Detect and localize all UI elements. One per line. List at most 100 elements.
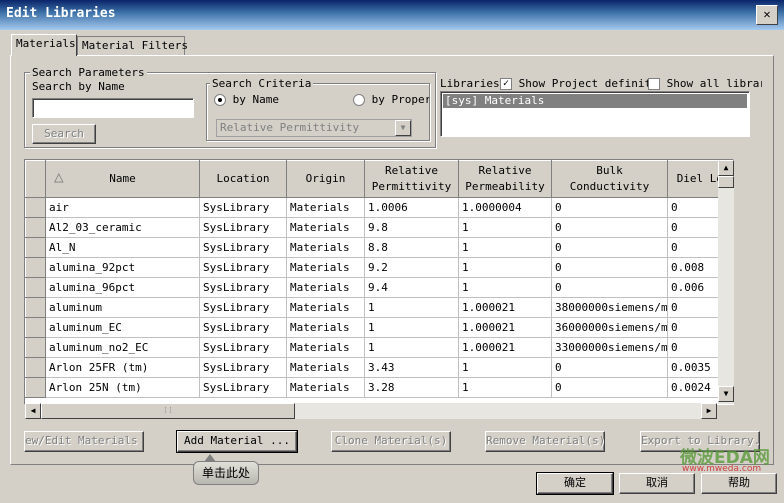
cell-origin: Materials	[286, 337, 365, 358]
cell-name: Arlon 25N (tm)	[45, 377, 200, 398]
row-header[interactable]	[25, 297, 46, 318]
table-row[interactable]: Al_N SysLibrary Materials 8.8 1 0 0	[25, 237, 733, 258]
column-header-origin[interactable]: Origin	[286, 160, 365, 198]
cell-origin: Materials	[286, 237, 365, 258]
table-row[interactable]: aluminum SysLibrary Materials 1 1.000021 3800…	[25, 297, 733, 318]
scroll-up-icon[interactable]: ▲	[718, 160, 734, 176]
cell-relative-permittivity: 3.43	[364, 357, 459, 378]
table-row[interactable]: Al2_03_ceramic SysLibrary Materials 9.8 1 0 0	[25, 217, 733, 238]
tab-materials[interactable]: Materials	[11, 34, 77, 56]
row-header-corner	[25, 160, 46, 198]
table-row[interactable]: alumina_96pct SysLibrary Materials 9.4 1 0 0.0…	[25, 277, 733, 298]
scroll-left-icon[interactable]: ◀	[25, 403, 41, 419]
row-header[interactable]	[25, 197, 46, 218]
cell-bulk-conductivity: 0	[551, 377, 668, 398]
cell-origin: Materials	[286, 377, 365, 398]
cell-location: SysLibrary	[199, 257, 287, 278]
cell-name: air	[45, 197, 200, 218]
cell-name: aluminum_no2_EC	[45, 337, 200, 358]
cell-relative-permeability: 1.0000004	[458, 197, 552, 218]
library-item-sys-materials[interactable]: [sys] Materials	[443, 94, 747, 108]
cell-relative-permittivity: 9.8	[364, 217, 459, 238]
title-bar: Edit Libraries ✕	[0, 0, 784, 30]
by-property-label: by Propert	[371, 93, 429, 106]
column-header-relative-permeability[interactable]: Relative Permeability	[458, 160, 552, 198]
row-header[interactable]	[25, 317, 46, 338]
search-parameters-legend: Search Parameters	[30, 66, 147, 79]
cell-name: alumina_96pct	[45, 277, 200, 298]
property-select[interactable]: Relative Permittivity ▼	[216, 119, 412, 137]
cell-location: SysLibrary	[199, 377, 287, 398]
add-material-button[interactable]: Add Material ...	[176, 430, 298, 453]
cell-name: alumina_92pct	[45, 257, 200, 278]
cell-origin: Materials	[286, 257, 365, 278]
column-header-location[interactable]: Location	[199, 160, 287, 198]
cell-location: SysLibrary	[199, 237, 287, 258]
table-row[interactable]: Arlon 25FR (tm) SysLibrary Materials 3.43 1 0…	[25, 357, 733, 378]
cell-relative-permeability: 1	[458, 237, 552, 258]
ok-button[interactable]: 确定	[536, 472, 614, 495]
libraries-label: Libraries	[440, 77, 500, 90]
cancel-button[interactable]: 取消	[619, 473, 695, 494]
scroll-down-icon[interactable]: ▼	[718, 386, 734, 402]
show-all-checkbox[interactable]: Show all librari	[648, 77, 762, 90]
cell-relative-permeability: 1	[458, 357, 552, 378]
cell-bulk-conductivity: 38000000siemens/m	[551, 297, 668, 318]
cell-origin: Materials	[286, 297, 365, 318]
search-by-name-label: Search by Name	[32, 80, 125, 93]
table-row[interactable]: aluminum_EC SysLibrary Materials 1 1.000021 3…	[25, 317, 733, 338]
cell-location: SysLibrary	[199, 277, 287, 298]
table-row[interactable]: alumina_92pct SysLibrary Materials 9.2 1 0 0.0…	[25, 257, 733, 278]
cell-bulk-conductivity: 0	[551, 197, 668, 218]
row-header[interactable]	[25, 257, 46, 278]
cell-relative-permeability: 1.000021	[458, 337, 552, 358]
cell-bulk-conductivity: 0	[551, 277, 668, 298]
column-header-name[interactable]: △ Name	[45, 160, 200, 198]
tab-material-filters[interactable]: Material Filters	[77, 36, 188, 56]
by-property-radio[interactable]: by Propert	[353, 93, 429, 106]
remove-materials-button[interactable]: Remove Material(s)	[485, 431, 605, 452]
scroll-right-icon[interactable]: ▶	[701, 403, 717, 419]
search-button[interactable]: Search	[32, 124, 96, 144]
cell-relative-permeability: 1	[458, 377, 552, 398]
help-button[interactable]: 帮助	[701, 473, 777, 494]
window-title: Edit Libraries	[6, 6, 116, 21]
cell-location: SysLibrary	[199, 197, 287, 218]
cell-relative-permeability: 1.000021	[458, 317, 552, 338]
vertical-scrollbar[interactable]	[718, 160, 734, 404]
cell-relative-permittivity: 8.8	[364, 237, 459, 258]
row-header[interactable]	[25, 357, 46, 378]
show-project-checkbox[interactable]: ✓ Show Project definitio	[500, 77, 648, 90]
table-row[interactable]: air SysLibrary Materials 1.0006 1.0000004 0 0	[25, 197, 733, 218]
cell-relative-permeability: 1	[458, 277, 552, 298]
row-header[interactable]	[25, 277, 46, 298]
scroll-thumb-horizontal[interactable]: ⁞⁞	[41, 403, 295, 419]
close-button[interactable]: ✕	[756, 5, 778, 25]
radio-selected-icon	[214, 94, 226, 106]
table-row[interactable]: Arlon 25N (tm) SysLibrary Materials 3.28 1 0 0…	[25, 377, 733, 398]
row-header[interactable]	[25, 337, 46, 358]
libraries-list[interactable]: [sys] Materials	[440, 91, 750, 137]
view-edit-materials-button[interactable]: ew/Edit Materials ..	[24, 431, 144, 452]
table-row[interactable]: aluminum_no2_EC SysLibrary Materials 1 1.000…	[25, 337, 733, 358]
materials-table: △ Name Location Origin Relative Permitti…	[24, 159, 734, 405]
cell-relative-permittivity: 1	[364, 297, 459, 318]
cell-relative-permittivity: 3.28	[364, 377, 459, 398]
row-header[interactable]	[25, 237, 46, 258]
cell-location: SysLibrary	[199, 217, 287, 238]
row-header[interactable]	[25, 217, 46, 238]
scroll-thumb-vertical[interactable]	[718, 176, 734, 188]
column-header-relative-permittivity[interactable]: Relative Permittivity	[364, 160, 459, 198]
chevron-down-icon[interactable]: ▼	[395, 120, 411, 136]
radio-unselected-icon	[353, 94, 365, 106]
search-name-input[interactable]	[32, 98, 194, 118]
cell-bulk-conductivity: 33000000siemens/m	[551, 337, 668, 358]
by-name-radio[interactable]: by Name	[214, 93, 279, 106]
cell-location: SysLibrary	[199, 317, 287, 338]
cell-origin: Materials	[286, 357, 365, 378]
row-header[interactable]	[25, 377, 46, 398]
clone-materials-button[interactable]: Clone Material(s)	[331, 431, 451, 452]
cell-relative-permittivity: 1	[364, 337, 459, 358]
cell-bulk-conductivity: 36000000siemens/m	[551, 317, 668, 338]
column-header-bulk-conductivity[interactable]: Bulk Conductivity	[551, 160, 668, 198]
